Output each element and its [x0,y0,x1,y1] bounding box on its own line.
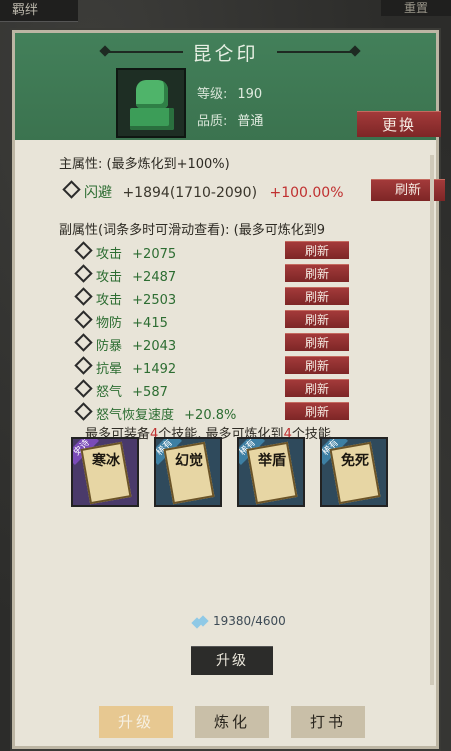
sub-attr-name: 物防 [96,316,123,331]
sub-attr-refresh-button[interactable]: 刷新 [285,379,349,397]
sub-attr-name: 攻击 [96,293,123,308]
sub-attr-refresh-button[interactable]: 刷新 [285,264,349,282]
sub-attr-row: 防暴 +2043 [74,333,177,354]
sub-attr-name: 攻击 [96,247,123,262]
main-attr-value: +1894(1710-2090) [122,185,258,201]
sub-attr-value: +2043 [132,339,177,354]
sub-attr-name: 攻击 [96,270,123,285]
seal-top [136,80,168,108]
sub-attr-row: 攻击 +2503 [74,287,177,308]
sub-attr-row: 怒气 +587 [74,379,168,400]
crystal-gem-icon [191,615,209,629]
upgrade-cost: 19380/4600 [213,614,286,628]
title-row: 昆仑印 [15,37,436,65]
scroll-icon [246,441,298,505]
item-title: 昆仑印 [192,43,259,65]
diamond-icon [74,310,93,329]
sub-attr-name: 抗晕 [96,362,123,377]
sub-attr-value: +1492 [132,362,177,377]
skill-slot[interactable]: 稀有 免死 [320,437,388,507]
sub-attr-refresh-button[interactable]: 刷新 [285,333,349,351]
sub-attr-name: 怒气恢复速度 [96,408,175,423]
skill-name: 幻觉 [175,453,203,469]
jade-seal-icon [116,68,186,138]
sub-attr-header: 副属性(词条多时可滑动查看): (最多可炼化到9 [59,223,325,238]
sub-attr-row: 抗晕 +1492 [74,356,177,377]
scroll-icon [329,441,381,505]
sub-attr-row: 怒气恢复速度 +20.8% [74,402,237,423]
skill-name: 免死 [341,453,369,469]
diamond-icon [74,333,93,352]
sub-attr-refresh-button[interactable]: 刷新 [285,402,349,420]
scroll-icon [80,441,132,505]
skill-name: 举盾 [258,453,286,469]
upgrade-button[interactable]: 升级 [191,646,273,675]
sub-attr-value: +415 [132,316,168,331]
title-ornament-right [277,51,355,53]
diamond-icon [74,379,93,398]
sub-attr-refresh-button[interactable]: 刷新 [285,310,349,328]
sub-attr-refresh-button[interactable]: 刷新 [285,356,349,374]
scrollbar[interactable] [430,155,434,685]
diamond-icon [74,241,93,260]
sub-attr-value: +2075 [132,247,177,262]
quality-value: 普通 [237,114,264,129]
sub-attr-refresh-button[interactable]: 刷新 [285,241,349,259]
main-attr-name: 闪避 [84,185,112,201]
level-label: 等级: [197,87,228,102]
sub-attr-row: 攻击 +2075 [74,241,177,262]
change-button[interactable]: 更换 [357,111,441,137]
skill-slot[interactable]: 稀有 举盾 [237,437,305,507]
sub-attr-row: 攻击 +2487 [74,264,177,285]
sub-attr-name: 防暴 [96,339,123,354]
skill-name: 寒冰 [92,453,120,469]
tab-upgrade[interactable]: 升级 [99,706,173,738]
skill-slots: 史诗 寒冰 稀有 幻觉 稀有 举盾 稀有 免死 [71,437,401,513]
sub-attr-value: +2487 [132,270,177,285]
main-attr-row: 闪避 +1894(1710-2090) +100.00% [62,180,344,202]
reset-tab[interactable]: 重置 [381,0,451,16]
skill-slot[interactable]: 史诗 寒冰 [71,437,139,507]
main-attr-percent: +100.00% [269,185,344,201]
main-attr-header: 主属性: (最多炼化到+100%) [59,157,230,172]
tab-skill-book[interactable]: 打书 [291,706,365,738]
diamond-icon [74,356,93,375]
sub-attr-name: 怒气 [96,385,123,400]
sub-attr-value: +20.8% [184,408,237,423]
item-detail-panel: 昆仑印 等级: 190 品质: 普通 更换 主属性: (最多炼化到+100%) 闪避… [12,30,445,749]
diamond-icon [74,264,93,283]
skill-slot[interactable]: 稀有 幻觉 [154,437,222,507]
tab-refine[interactable]: 炼化 [195,706,269,738]
level-row: 等级: 190 [197,83,262,102]
level-value: 190 [237,87,263,102]
diamond-icon [62,180,81,199]
sub-attr-refresh-button[interactable]: 刷新 [285,287,349,305]
diamond-icon [74,287,93,306]
sub-attr-row: 物防 +415 [74,310,168,331]
bond-tab[interactable]: 羁绊 [0,0,78,22]
sub-attr-value: +587 [132,385,168,400]
sub-attr-value: +2503 [132,293,177,308]
quality-label: 品质: [197,114,228,129]
diamond-icon [74,402,93,421]
seal-base [130,108,174,130]
item-header: 昆仑印 等级: 190 品质: 普通 更换 [15,33,441,140]
quality-row: 品质: 普通 [197,110,263,129]
scroll-icon [163,441,215,505]
